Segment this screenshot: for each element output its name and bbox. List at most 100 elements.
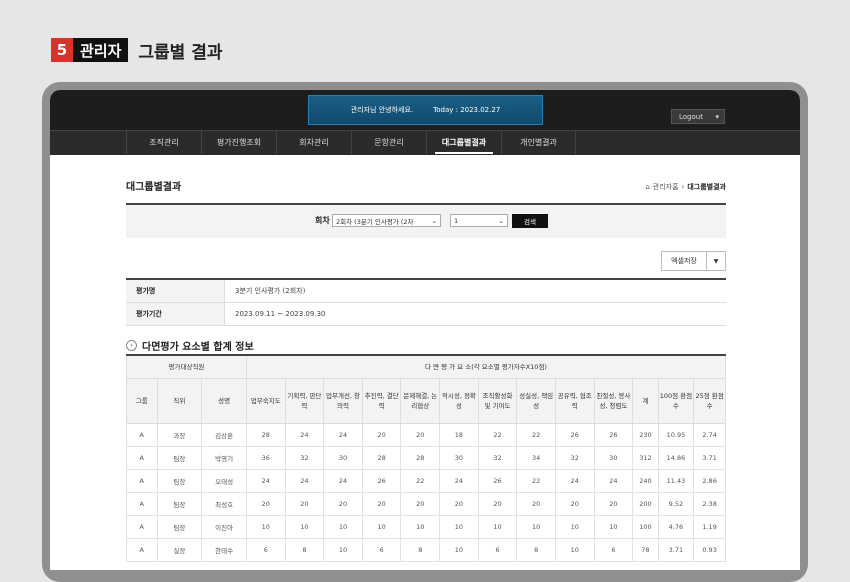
table-cell: 26 xyxy=(593,423,634,447)
table-cell: 오태성 xyxy=(201,469,247,493)
section-header: 5 관리자 그룹별 결과 xyxy=(51,38,223,63)
table-row: A 팀장 이진아 10 10 10 10 10 10 10 10 10 10 100 4.76 1.19 xyxy=(126,515,726,539)
table-cell: 24 xyxy=(439,469,479,493)
table-cell: 10 xyxy=(477,515,518,539)
table-cell: 30 xyxy=(323,446,363,470)
table-cell: 6 xyxy=(477,538,518,562)
nav-item-org[interactable]: 조직관리 xyxy=(126,131,201,154)
nav-item-group-results[interactable]: 대그룹별결과 xyxy=(426,131,501,154)
column-header: 25점 환점수 xyxy=(693,378,726,424)
page-title: 대그룹별결과 xyxy=(126,182,182,193)
column-header: 업무숙지도 xyxy=(245,378,286,424)
table-cell: 28 xyxy=(361,446,402,470)
table-row: A 팀장 오태성 24 24 24 26 22 24 26 22 24 24 240 11.43 2.86 xyxy=(126,469,726,493)
table-cell: 32 xyxy=(477,446,518,470)
chevron-down-icon: ⌄ xyxy=(498,216,504,225)
table-cell: 2.74 xyxy=(693,423,726,447)
table-cell: 20 xyxy=(400,492,441,516)
nav-item-rounds[interactable]: 회차관리 xyxy=(276,131,351,154)
info-key: 평가기간 xyxy=(126,302,225,326)
table-cell: 10 xyxy=(516,515,556,539)
table-cell: 10 xyxy=(323,538,363,562)
table-cell: 6 xyxy=(593,538,634,562)
search-button[interactable]: 검색 xyxy=(512,214,548,228)
table-cell: 24 xyxy=(593,469,634,493)
table-cell: 6 xyxy=(245,538,286,562)
group-header-elements: 다 면 평 가 요 소(각 요소별 평가자수X10점) xyxy=(245,355,727,379)
table-cell: 팀장 xyxy=(156,469,203,493)
table-cell: 30 xyxy=(439,446,479,470)
table-cell: 240 xyxy=(632,469,659,493)
table-cell: A xyxy=(126,515,158,539)
option-select[interactable]: 1 ⌄ xyxy=(450,214,508,227)
table-cell: 10 xyxy=(554,515,595,539)
column-header: 업무개선, 창의력 xyxy=(323,378,363,424)
column-header: 성실성, 책임성 xyxy=(516,378,556,424)
logout-button[interactable]: Logout ▾ xyxy=(671,109,725,124)
table-cell: 26 xyxy=(554,423,595,447)
table-cell: 8 xyxy=(400,538,441,562)
home-icon: ⌂ xyxy=(645,183,650,191)
welcome-text: 관리자님 안녕하세요. xyxy=(350,106,414,114)
table-cell: 3.71 xyxy=(657,538,695,562)
table-cell: 4.76 xyxy=(657,515,695,539)
table-cell: 1.19 xyxy=(693,515,726,539)
column-header: 문제해결, 논리협상 xyxy=(400,378,441,424)
step-number-badge: 5 xyxy=(51,38,73,62)
column-header: 적시성, 정확성 xyxy=(439,378,479,424)
table-cell: 10 xyxy=(361,515,402,539)
table-cell: 실장 xyxy=(156,538,203,562)
round-select-value: 2회차 (3분기 인사평가 (2차 xyxy=(336,217,414,226)
breadcrumb: ⌂ 관리자홈 › 대그룹별결과 xyxy=(645,182,726,192)
table-cell: 24 xyxy=(323,469,363,493)
column-header: 100점 환점수 xyxy=(657,378,695,424)
nav-item-progress[interactable]: 평가진행조회 xyxy=(201,131,276,154)
table-cell: 8 xyxy=(284,538,325,562)
column-header: 계 xyxy=(632,378,659,424)
table-cell: 26 xyxy=(361,469,402,493)
main-nav: 조직관리 평가진행조회 회차관리 문항관리 대그룹별결과 개인별결과 xyxy=(50,130,800,155)
table-cell: 10 xyxy=(554,538,595,562)
section-title: 그룹별 결과 xyxy=(138,42,223,63)
table-cell: 20 xyxy=(323,492,363,516)
table-cell: 312 xyxy=(632,446,659,470)
table-cell: 10 xyxy=(439,538,479,562)
column-header: 그룹 xyxy=(126,378,158,424)
top-bar: 관리자님 안녕하세요. Today : 2023.02.27 Logout ▾ xyxy=(50,90,800,130)
chevron-circle-icon: › xyxy=(126,340,137,351)
info-value: 3분기 인사평가 (2회차) xyxy=(224,279,726,303)
table-row: A 과장 김상훈 28 24 24 20 20 18 22 22 26 26 230 10.95 2.74 xyxy=(126,423,726,447)
info-value: 2023.09.11 ~ 2023.09.30 xyxy=(224,302,726,326)
table-cell: 이진아 xyxy=(201,515,247,539)
logout-label: Logout xyxy=(679,112,703,121)
column-header: 공유력, 협조력 xyxy=(554,378,595,424)
table-cell: 20 xyxy=(554,492,595,516)
table-cell: 20 xyxy=(284,492,325,516)
column-header: 친절성, 봉사성, 청렴도 xyxy=(593,378,634,424)
table-row: A 팀장 최성호 20 20 20 20 20 20 20 20 20 20 200 9.52 2.38 xyxy=(126,492,726,516)
table-cell: A xyxy=(126,469,158,493)
table-cell: 한태수 xyxy=(201,538,247,562)
breadcrumb-home[interactable]: 관리자홈 xyxy=(653,182,679,192)
table-cell: 10 xyxy=(593,515,634,539)
table-header-row: 평가대상직원 다 면 평 가 요 소(각 요소별 평가자수X10점) xyxy=(126,355,727,379)
search-panel: 회차 2회차 (3분기 인사평가 (2차 ⌄ 1 ⌄ 검색 xyxy=(126,203,726,238)
info-row: 평가명 3분기 인사평가 (2회차) xyxy=(126,279,726,303)
table-cell: 9.52 xyxy=(657,492,695,516)
results-table: 평가대상직원 다 면 평 가 요 소(각 요소별 평가자수X10점) 그룹 직위 성… xyxy=(126,354,727,562)
nav-item-individual-results[interactable]: 개인별결과 xyxy=(501,131,576,154)
table-row: A 실장 한태수 6 8 10 6 8 10 6 8 10 6 78 3.71 0.93 xyxy=(126,538,726,562)
table-cell: 100 xyxy=(632,515,659,539)
nav-item-questions[interactable]: 문항관리 xyxy=(351,131,426,154)
table-cell: A xyxy=(126,446,158,470)
chevron-right-icon: › xyxy=(681,183,685,191)
table-cell: 20 xyxy=(593,492,634,516)
table-cell: 26 xyxy=(477,469,518,493)
today-date: Today : 2023.02.27 xyxy=(433,106,501,114)
table-cell: 20 xyxy=(477,492,518,516)
excel-save-button[interactable]: 엑셀저장 xyxy=(661,251,707,271)
excel-dropdown-toggle[interactable]: ▼ xyxy=(707,251,726,271)
info-key: 평가명 xyxy=(126,279,225,303)
table-cell: 20 xyxy=(245,492,286,516)
round-select[interactable]: 2회차 (3분기 인사평가 (2차 ⌄ xyxy=(332,214,441,227)
